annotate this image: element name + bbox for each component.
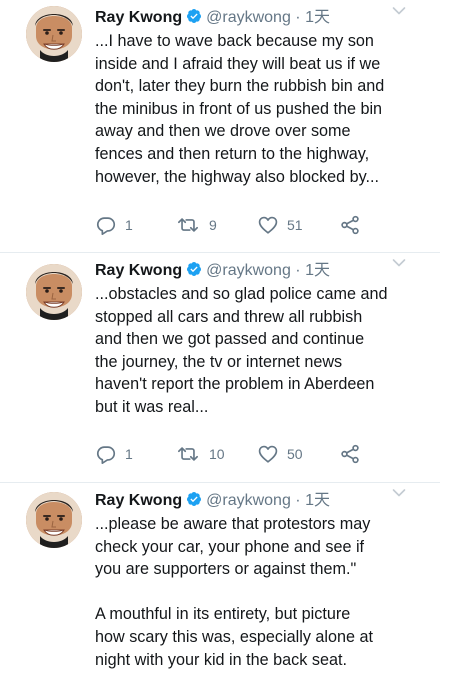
reply-button[interactable]: 1 (95, 443, 133, 465)
retweet-button[interactable]: 9 (175, 214, 217, 236)
retweet-count: 9 (209, 217, 217, 233)
avatar[interactable] (26, 492, 82, 548)
tweet-header: Ray Kwong @raykwong · 1天 (95, 8, 440, 28)
timestamp[interactable]: 1天 (305, 262, 330, 279)
verified-badge-icon (186, 8, 202, 30)
reply-button[interactable]: 1 (95, 214, 133, 236)
tweet-text: ...I have to wave back because my son in… (95, 32, 385, 186)
retweet-icon (175, 214, 201, 236)
reply-count: 1 (125, 217, 133, 233)
verified-badge-icon (186, 491, 202, 513)
user-handle[interactable]: @raykwong (206, 492, 291, 509)
tweet-thread: Ray Kwong @raykwong · 1天 ...I have to wav… (0, 0, 456, 690)
like-count: 51 (287, 217, 303, 233)
separator: · (295, 492, 301, 509)
retweet-button[interactable]: 10 (175, 443, 225, 465)
separator: · (295, 9, 301, 26)
chevron-down-icon[interactable] (392, 485, 406, 503)
tweet[interactable]: Ray Kwong @raykwong · 1天 ...obstacles and… (0, 252, 440, 483)
display-name[interactable]: Ray Kwong (95, 262, 182, 279)
share-icon (339, 214, 361, 236)
tweet-header: Ray Kwong @raykwong · 1天 (95, 261, 440, 281)
avatar[interactable] (26, 264, 82, 320)
share-icon (339, 443, 361, 465)
like-icon (257, 443, 279, 465)
tweet-text: ...please be aware that protestors may c… (95, 515, 374, 669)
avatar[interactable] (26, 6, 82, 62)
like-button[interactable]: 51 (257, 214, 303, 236)
verified-badge-icon (186, 261, 202, 283)
avatar-photo (26, 492, 82, 548)
tweet-header: Ray Kwong @raykwong · 1天 (95, 491, 440, 511)
timestamp[interactable]: 1天 (305, 9, 330, 26)
retweet-icon (175, 443, 201, 465)
tweet-actions: 1 10 50 (95, 443, 395, 465)
reply-count: 1 (125, 446, 133, 462)
separator: · (295, 262, 301, 279)
retweet-count: 10 (209, 446, 225, 462)
share-button[interactable] (339, 214, 361, 236)
timestamp[interactable]: 1天 (305, 492, 330, 509)
reply-icon (95, 214, 117, 236)
tweet-text: ...obstacles and so glad police came and… (95, 285, 388, 416)
like-button[interactable]: 50 (257, 443, 303, 465)
share-button[interactable] (339, 443, 361, 465)
tweet-actions: 1 9 51 (95, 214, 395, 236)
like-icon (257, 214, 279, 236)
avatar-photo (26, 6, 82, 62)
chevron-down-icon[interactable] (392, 3, 406, 21)
reply-icon (95, 443, 117, 465)
display-name[interactable]: Ray Kwong (95, 9, 182, 26)
tweet[interactable]: Ray Kwong @raykwong · 1天 ...I have to wav… (0, 0, 440, 253)
user-handle[interactable]: @raykwong (206, 262, 291, 279)
display-name[interactable]: Ray Kwong (95, 492, 182, 509)
chevron-down-icon[interactable] (392, 255, 406, 273)
avatar-photo (26, 264, 82, 320)
user-handle[interactable]: @raykwong (206, 9, 291, 26)
like-count: 50 (287, 446, 303, 462)
tweet[interactable]: Ray Kwong @raykwong · 1天 ...please be awa… (0, 482, 440, 690)
